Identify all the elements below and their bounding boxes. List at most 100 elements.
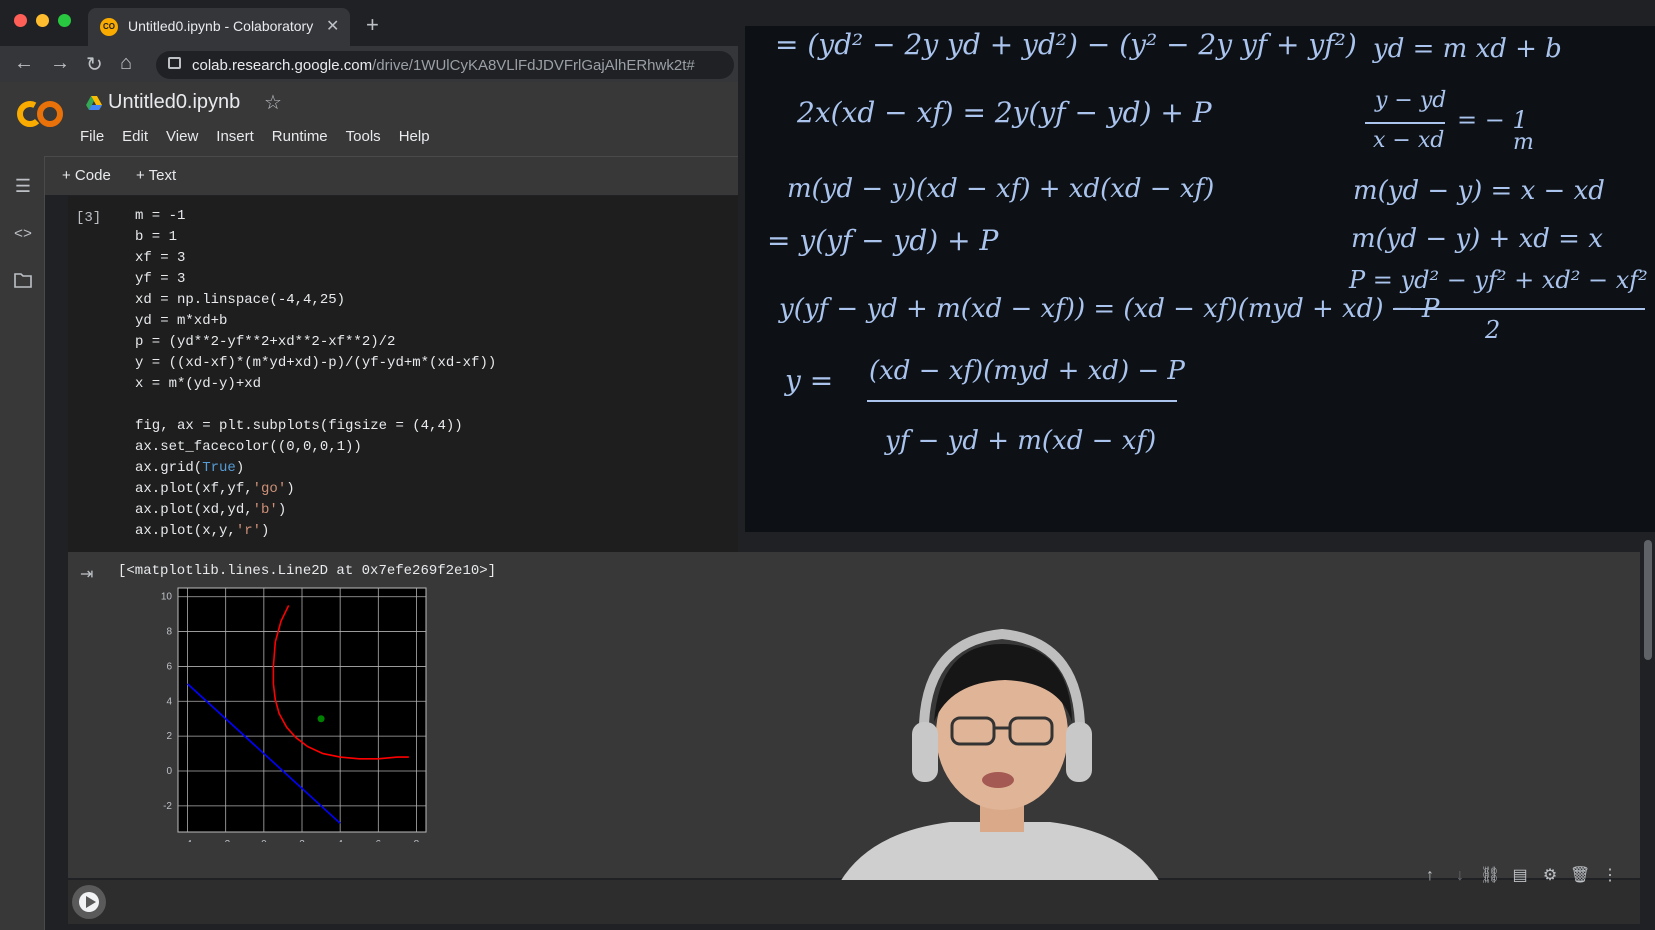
- code-line: yd = m*xd+b: [135, 313, 228, 329]
- whiteboard-line: y − yd: [1375, 88, 1447, 113]
- menu-bar: File Edit View Insert Runtime Tools Help: [80, 128, 430, 145]
- code-line: ax.plot(xf,yf,'go'): [135, 481, 295, 497]
- comment-icon[interactable]: ▤: [1510, 866, 1530, 886]
- data-point: [317, 715, 325, 723]
- whiteboard-line: y(yf − yd + m(xd − xf)) = (xd − xf)(myd …: [779, 294, 1440, 324]
- notebook-title[interactable]: Untitled0.ipynb: [108, 91, 240, 114]
- delete-icon[interactable]: 🗑: [1570, 866, 1590, 886]
- whiteboard-line: m: [1513, 130, 1534, 155]
- toc-icon[interactable]: ☰: [12, 176, 34, 197]
- fraction-bar: [1365, 122, 1445, 124]
- empty-code-cell[interactable]: [68, 880, 1640, 924]
- clear-output-icon[interactable]: ⇥: [80, 564, 93, 584]
- menu-edit[interactable]: Edit: [122, 128, 148, 145]
- whiteboard-line: 2: [1485, 316, 1501, 344]
- whiteboard-line: m(yd − y) + xd = x: [1351, 224, 1603, 254]
- y-tick-label: 0: [166, 766, 172, 777]
- menu-tools[interactable]: Tools: [346, 128, 381, 145]
- code-line: xd = np.linspace(-4,4,25): [135, 292, 346, 308]
- x-tick-label: 6: [376, 839, 382, 842]
- move-up-icon[interactable]: ↑: [1420, 866, 1440, 886]
- move-down-icon[interactable]: ↓: [1450, 866, 1470, 886]
- code-line: b = 1: [135, 229, 178, 245]
- x-tick-label: -4: [183, 839, 192, 842]
- forward-icon[interactable]: →: [50, 52, 70, 75]
- matplotlib-plot: -4 -2 0 2 4 6 8 -2 0 2 4 6 8 10: [161, 587, 427, 842]
- code-line: fig, ax = plt.subplots(figsize = (4,4)): [135, 418, 463, 434]
- fraction-bar: [867, 400, 1177, 402]
- colab-logo-icon[interactable]: [16, 98, 64, 130]
- x-tick-label: -2: [221, 839, 230, 842]
- whiteboard-line: m(yd − y) = x − xd: [1353, 176, 1605, 206]
- whiteboard-line: x − xd: [1373, 128, 1445, 153]
- url-host: colab.research.google.com: [192, 57, 373, 74]
- menu-view[interactable]: View: [166, 128, 198, 145]
- minimize-window-button[interactable]: [36, 14, 49, 27]
- y-tick-label: 8: [166, 627, 172, 638]
- menu-insert[interactable]: Insert: [216, 128, 254, 145]
- colab-favicon-icon: CO: [100, 18, 118, 36]
- url-path: /drive/1WUlCyKA8VLlFdJDVFrlGajAlhERhwk2t…: [372, 57, 695, 74]
- link-icon[interactable]: ⛓: [1480, 866, 1500, 886]
- lock-icon: [168, 57, 181, 69]
- y-tick-label: 4: [166, 696, 172, 707]
- x-tick-label: 4: [337, 839, 343, 842]
- whiteboard-line: m(yd − y)(xd − xf) + xd(xd − xf): [787, 174, 1215, 204]
- browser-tab[interactable]: CO Untitled0.ipynb - Colaboratory ✕: [88, 8, 350, 46]
- code-snippets-icon[interactable]: <>: [12, 226, 34, 243]
- code-editor[interactable]: m = -1 b = 1 xf = 3 yf = 3 xd = np.linspace(…: [135, 206, 496, 542]
- code-cell[interactable]: [3] m = -1 b = 1 xf = 3 yf = 3 xd = np.linsp…: [68, 196, 738, 552]
- play-icon: [79, 892, 99, 912]
- headphone-right: [1066, 722, 1092, 782]
- code-line: yf = 3: [135, 271, 186, 287]
- url-text: colab.research.google.com/drive/1WUlCyKA…: [192, 57, 732, 74]
- output-text: [<matplotlib.lines.Line2D at 0x7efe269f2…: [118, 563, 497, 579]
- colab-header: Untitled0.ipynb ☆ File Edit View Insert …: [0, 82, 738, 156]
- x-tick-label: 8: [414, 839, 420, 842]
- y-tick-label: -2: [163, 801, 172, 812]
- new-tab-button[interactable]: +: [366, 12, 379, 38]
- add-code-button[interactable]: + Code: [62, 167, 111, 184]
- whiteboard-line: P = yd² − yf² + xd² − xf²: [1349, 266, 1648, 294]
- tab-title: Untitled0.ipynb - Colaboratory: [128, 18, 314, 34]
- star-icon[interactable]: ☆: [264, 90, 282, 115]
- whiteboard-line: yd = m xd + b: [1373, 34, 1562, 64]
- execution-count: [3]: [76, 210, 102, 226]
- add-text-button[interactable]: + Text: [136, 167, 176, 184]
- y-tick-label: 10: [161, 592, 173, 603]
- more-icon[interactable]: ⋮: [1600, 866, 1620, 886]
- whiteboard-line: = (yd² − 2y yd + yd²) − (y² − 2y yf + yf…: [775, 28, 1357, 61]
- code-line: ax.plot(xd,yd,'b'): [135, 502, 287, 518]
- maximize-window-button[interactable]: [58, 14, 71, 27]
- x-tick-label: 2: [299, 839, 305, 842]
- whiteboard-line: y =: [785, 364, 834, 397]
- run-cell-button[interactable]: [72, 885, 106, 919]
- scrollbar-thumb[interactable]: [1644, 540, 1652, 660]
- menu-help[interactable]: Help: [399, 128, 430, 145]
- menu-runtime[interactable]: Runtime: [272, 128, 328, 145]
- webcam-overlay: [840, 628, 1160, 882]
- back-icon[interactable]: ←: [14, 52, 34, 75]
- home-icon[interactable]: ⌂: [120, 52, 132, 75]
- close-tab-icon[interactable]: ✕: [326, 16, 339, 36]
- code-line: m = -1: [135, 208, 186, 224]
- code-line: ax.plot(x,y,'r'): [135, 523, 270, 539]
- cell-toolbar: ↑ ↓ ⛓ ▤ ⚙ 🗑 ⋮: [1420, 866, 1620, 886]
- close-window-button[interactable]: [14, 14, 27, 27]
- cell-insert-bar: + Code + Text: [44, 156, 738, 195]
- code-line: y = ((xd-xf)*(m*yd+xd)-p)/(yf-yd+m*(xd-x…: [135, 355, 497, 371]
- menu-file[interactable]: File: [80, 128, 104, 145]
- browser-toolbar: ← → ↻ ⌂ colab.research.google.com/drive/…: [0, 46, 738, 82]
- headphone-left: [912, 722, 938, 782]
- code-line: ax.grid(True): [135, 460, 245, 476]
- address-bar[interactable]: colab.research.google.com/drive/1WUlCyKA…: [156, 51, 734, 79]
- google-drive-icon: [86, 96, 102, 110]
- reload-icon[interactable]: ↻: [86, 52, 103, 77]
- person-mouth: [982, 772, 1014, 788]
- settings-icon[interactable]: ⚙: [1540, 866, 1560, 886]
- y-tick-label: 6: [166, 661, 172, 672]
- files-icon[interactable]: [12, 272, 34, 293]
- x-tick-label: 0: [261, 839, 267, 842]
- whiteboard-overlay: = (yd² − 2y yd + yd²) − (y² − 2y yf + yf…: [745, 26, 1655, 532]
